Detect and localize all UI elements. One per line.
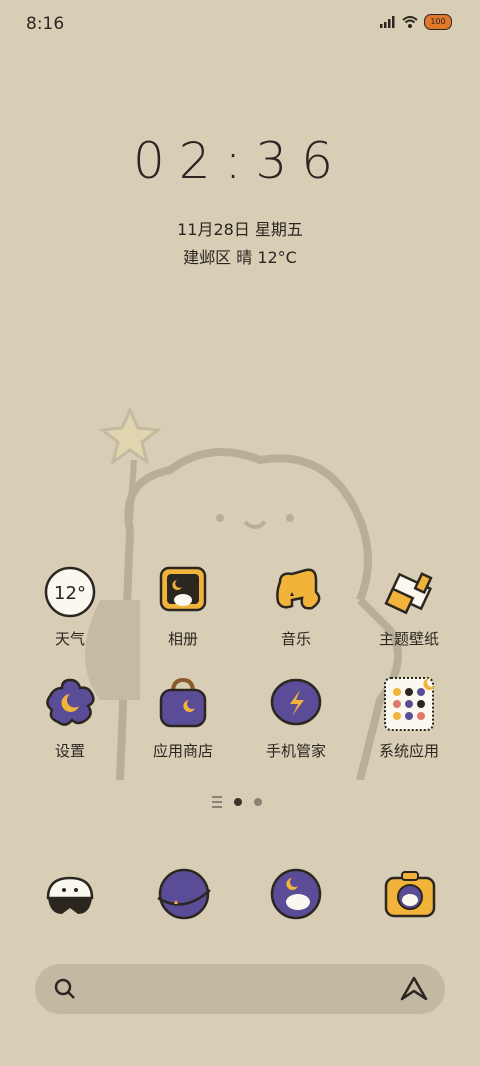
music-icon xyxy=(266,562,326,622)
status-time: 8:16 xyxy=(26,14,65,34)
app-music[interactable]: 音乐 xyxy=(241,562,351,649)
app-label: 主题壁纸 xyxy=(378,630,439,648)
dock-contacts[interactable] xyxy=(40,864,100,928)
status-icons: 100 xyxy=(380,14,452,30)
app-weather[interactable]: 12° 天气 xyxy=(15,562,125,649)
app-store[interactable]: 应用商店 xyxy=(128,674,238,761)
search-bar[interactable] xyxy=(35,964,445,1014)
app-theme-wallpaper[interactable]: 主题壁纸 xyxy=(354,562,464,649)
app-gallery[interactable]: 相册 xyxy=(128,562,238,649)
browser-icon xyxy=(157,868,211,920)
app-phone-manager[interactable]: 手机管家 xyxy=(241,674,351,761)
status-bar: 8:16 100 xyxy=(0,0,480,48)
weather-summary[interactable]: 建邺区 晴 12°C xyxy=(0,244,480,268)
settings-icon xyxy=(40,674,100,734)
signal-icon xyxy=(380,16,395,28)
system-apps-folder-icon xyxy=(379,674,439,734)
gallery-icon xyxy=(153,562,213,622)
svg-text:12°: 12° xyxy=(54,583,86,604)
app-label: 天气 xyxy=(54,630,85,648)
dock-messages[interactable] xyxy=(266,864,326,928)
app-label: 应用商店 xyxy=(152,742,213,760)
weather-icon: 12° xyxy=(40,562,100,622)
page-dot-active xyxy=(234,798,242,806)
assistant-icon[interactable] xyxy=(399,975,429,1003)
messages-icon xyxy=(270,868,322,920)
clock[interactable]: 02:36 xyxy=(0,132,480,190)
app-list-icon xyxy=(212,796,222,808)
battery-icon: 100 xyxy=(424,14,452,30)
app-label: 手机管家 xyxy=(265,742,326,760)
page-dot xyxy=(254,798,262,806)
app-store-icon xyxy=(153,674,213,734)
contacts-icon xyxy=(46,876,94,914)
app-label: 系统应用 xyxy=(378,742,439,760)
wifi-icon xyxy=(402,16,418,28)
app-label: 设置 xyxy=(54,742,85,760)
dock-browser[interactable] xyxy=(154,864,214,928)
app-settings[interactable]: 设置 xyxy=(15,674,125,761)
date: 11月28日 星期五 xyxy=(177,220,303,239)
app-label: 音乐 xyxy=(280,630,311,648)
dock-camera[interactable] xyxy=(380,864,440,928)
camera-icon xyxy=(384,871,436,918)
app-label: 相册 xyxy=(167,630,198,648)
search-icon xyxy=(54,978,75,999)
page-indicator[interactable] xyxy=(212,796,262,808)
app-system-folder[interactable]: 系统应用 xyxy=(354,674,464,761)
phone-manager-icon xyxy=(266,674,326,734)
theme-icon xyxy=(379,562,439,622)
